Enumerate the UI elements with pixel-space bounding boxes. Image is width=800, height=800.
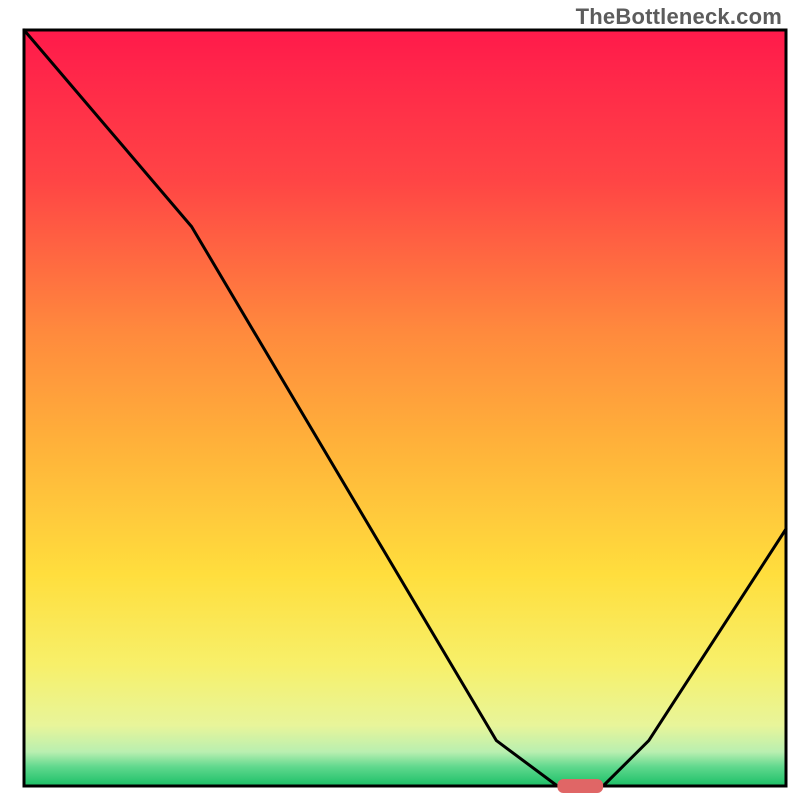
optimal-range-marker [557, 779, 603, 793]
watermark-text: TheBottleneck.com [576, 4, 782, 30]
plot-background [24, 30, 786, 786]
bottleneck-chart [0, 0, 800, 800]
